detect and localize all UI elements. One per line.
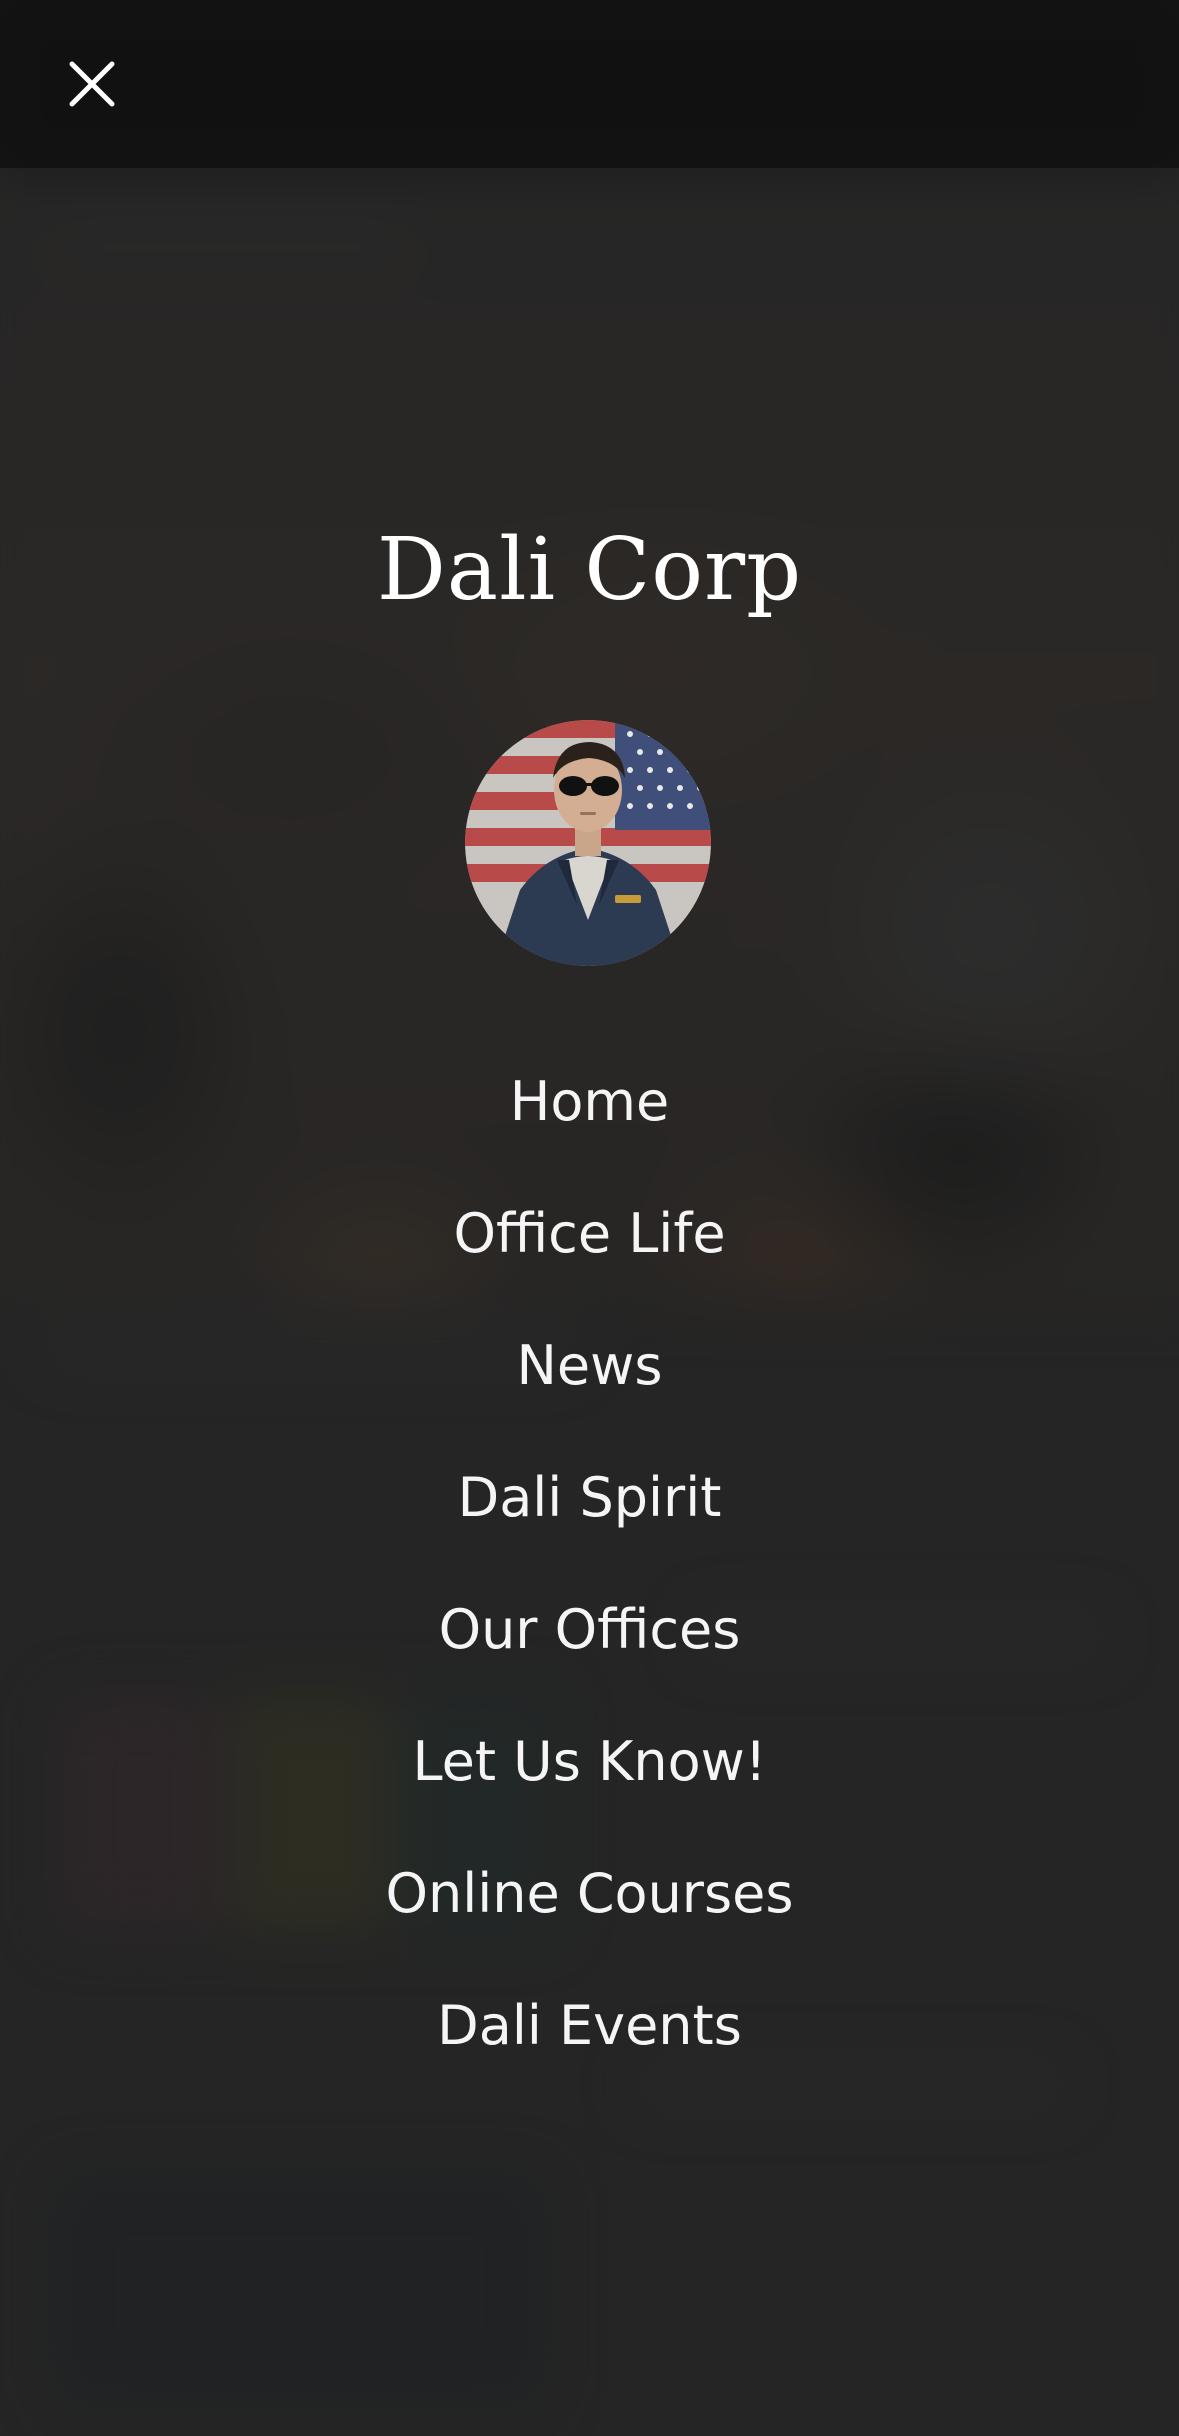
main-navigation-menu: Home Office Life News Dali Spirit Our Of… [0, 1035, 1179, 2091]
menu-item-office-life[interactable]: Office Life [0, 1167, 1179, 1299]
menu-item-home[interactable]: Home [0, 1035, 1179, 1167]
menu-item-dali-events[interactable]: Dali Events [0, 1959, 1179, 2091]
menu-item-our-offices[interactable]: Our Offices [0, 1563, 1179, 1695]
menu-item-dali-spirit[interactable]: Dali Spirit [0, 1431, 1179, 1563]
close-icon [69, 61, 115, 107]
menu-item-online-courses[interactable]: Online Courses [0, 1827, 1179, 1959]
app-screen: Dali Corp Home Office Life News Dali Spi… [0, 0, 1179, 2436]
profile-avatar [465, 720, 711, 966]
menu-item-news[interactable]: News [0, 1299, 1179, 1431]
menu-item-let-us-know[interactable]: Let Us Know! [0, 1695, 1179, 1827]
menu-top-bar [0, 0, 1179, 168]
close-menu-button[interactable] [56, 48, 128, 120]
site-title: Dali Corp [376, 520, 803, 620]
